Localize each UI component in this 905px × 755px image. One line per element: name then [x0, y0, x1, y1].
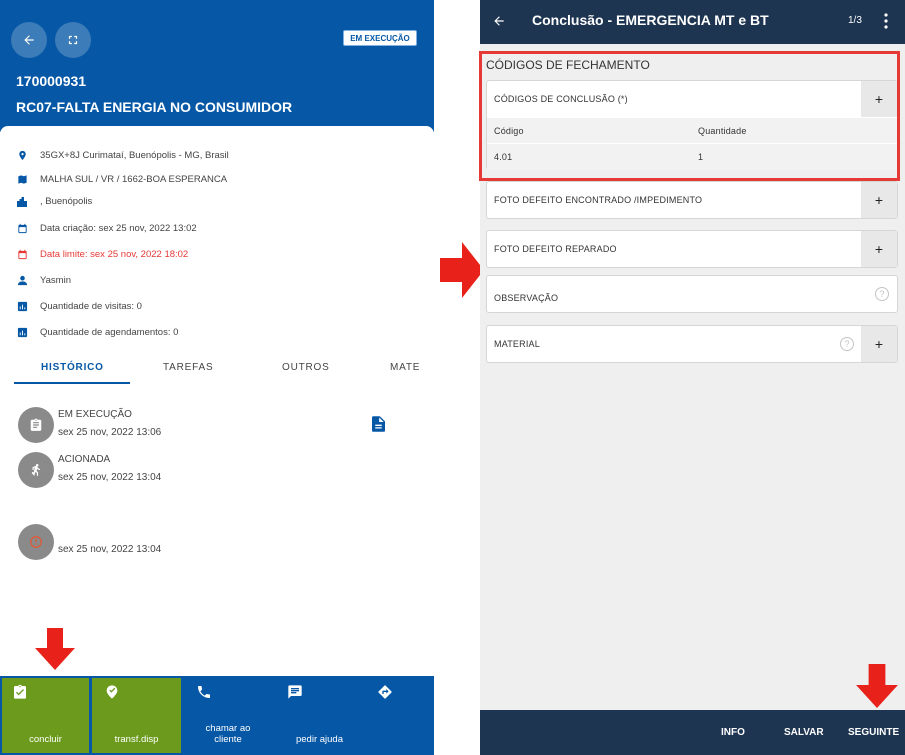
- running-person-icon: [31, 464, 41, 476]
- person-icon: [16, 274, 28, 286]
- calendar-icon: [16, 222, 28, 234]
- info-schedules: Quantidade de agendamentos: 0: [16, 323, 178, 341]
- more-vert-icon[interactable]: [884, 13, 888, 34]
- pedir-ajuda-button[interactable]: pedir ajuda: [275, 678, 364, 753]
- tab-tarefas[interactable]: TAREFAS: [163, 362, 213, 373]
- tab-active-indicator: [14, 382, 130, 384]
- directions-icon: [367, 684, 434, 703]
- history-status-icon: [18, 407, 54, 443]
- arrow-left-icon: [494, 16, 504, 26]
- status-badge: EM EXECUÇÃO: [343, 30, 417, 46]
- info-visits: Quantidade de visitas: 0: [16, 297, 142, 315]
- document-icon[interactable]: [372, 416, 385, 437]
- info-network: MALHA SUL / VR / 1662-BOA ESPERANCA: [16, 170, 227, 188]
- save-button[interactable]: SALVAR: [784, 727, 824, 738]
- map-icon: [16, 173, 28, 185]
- history-item: ACIONADA sex 25 nov, 2022 13:04: [58, 451, 161, 487]
- annotation-arrow-down: [35, 628, 75, 670]
- page-indicator: 1/3: [848, 15, 862, 26]
- info-assignee: Yasmin: [16, 271, 71, 289]
- plus-icon: +: [874, 192, 884, 208]
- chamar-cliente-label-line2: cliente: [214, 734, 242, 745]
- back-button[interactable]: [11, 22, 47, 58]
- order-number: 170000931: [16, 73, 87, 89]
- tab-materiais[interactable]: MATE: [390, 362, 420, 373]
- history-item: sex 25 nov, 2022 13:04: [58, 541, 161, 559]
- photo-found-card[interactable]: FOTO DEFEITO ENCONTRADO /IMPEDIMENTO +: [486, 181, 898, 219]
- observation-card[interactable]: OBSERVAÇÃO ?: [486, 275, 898, 313]
- info-created-date: Data criação: sex 25 nov, 2022 13:02: [16, 219, 197, 237]
- clipboard-icon: [30, 418, 42, 431]
- transfer-icon: [92, 684, 181, 703]
- transf-disp-button[interactable]: transf.disp: [92, 678, 181, 753]
- observation-label: OBSERVAÇÃO: [494, 293, 559, 303]
- pedir-ajuda-label: pedir ajuda: [295, 734, 343, 745]
- info-assignee-text: Yasmin: [40, 274, 71, 286]
- add-material-button[interactable]: +: [861, 326, 897, 362]
- info-city-text: , Buenópolis: [40, 195, 93, 207]
- back-button[interactable]: [492, 14, 506, 33]
- add-photo-repaired-button[interactable]: +: [861, 231, 897, 267]
- arrow-left-icon: [24, 35, 34, 45]
- transf-disp-label: transf.disp: [114, 734, 159, 745]
- alert-circle-icon: [30, 536, 42, 548]
- city-icon: [16, 195, 28, 207]
- chamar-cliente-label-line1: chamar ao: [205, 723, 251, 734]
- history-status: ACIONADA: [58, 454, 111, 465]
- annotation-arrow-down: [855, 664, 899, 713]
- info-deadline-date: Data limite: sex 25 nov, 2022 18:02: [16, 245, 188, 263]
- phone-icon: [184, 684, 272, 703]
- chamar-cliente-label: chamar ao cliente: [184, 723, 272, 745]
- help-icon[interactable]: ?: [840, 337, 854, 351]
- conclusion-title: Conclusão - EMERGENCIA MT e BT: [532, 12, 769, 28]
- photo-repaired-card[interactable]: FOTO DEFEITO REPARADO +: [486, 230, 898, 268]
- photo-repaired-label: FOTO DEFEITO REPARADO: [494, 244, 617, 254]
- chamar-cliente-button[interactable]: chamar ao cliente: [184, 678, 272, 753]
- info-city: , Buenópolis: [16, 192, 92, 210]
- material-label: MATERIAL: [494, 339, 540, 349]
- info-deadline-date-text: Data limite: sex 25 nov, 2022 18:02: [40, 248, 189, 260]
- concluir-label: concluir: [29, 734, 62, 745]
- history-item: EM EXECUÇÃO sex 25 nov, 2022 13:06: [58, 406, 161, 442]
- info-button[interactable]: INFO: [721, 727, 745, 738]
- photo-found-label: FOTO DEFEITO ENCONTRADO /IMPEDIMENTO: [494, 195, 703, 205]
- location-pin-icon: [16, 149, 28, 161]
- bar-chart-icon: [16, 326, 28, 338]
- content-sheet-edge: [0, 126, 434, 136]
- history-date: sex 25 nov, 2022 13:04: [58, 544, 162, 555]
- history-status-icon: [18, 452, 54, 488]
- add-photo-found-button[interactable]: +: [861, 182, 897, 218]
- fullscreen-icon: [68, 35, 78, 45]
- form-footer: [480, 710, 905, 755]
- fullscreen-button[interactable]: [55, 22, 91, 58]
- order-title: RC07-FALTA ENERGIA NO CONSUMIDOR: [16, 99, 293, 115]
- history-status: EM EXECUÇÃO: [58, 409, 132, 420]
- plus-icon: +: [874, 241, 884, 257]
- next-button[interactable]: SEGUINTE: [848, 727, 899, 738]
- help-icon[interactable]: ?: [875, 287, 889, 301]
- info-schedules-text: Quantidade de agendamentos: 0: [40, 326, 179, 338]
- annotation-arrow-right: [440, 242, 484, 303]
- info-visits-text: Quantidade de visitas: 0: [40, 300, 142, 312]
- directions-button[interactable]: [367, 678, 434, 753]
- calendar-icon: [16, 248, 28, 260]
- annotation-highlight-box: [479, 51, 900, 181]
- history-date: sex 25 nov, 2022 13:06: [58, 427, 162, 438]
- bar-chart-icon: [16, 300, 28, 312]
- plus-icon: +: [874, 336, 884, 352]
- chat-icon: [275, 684, 364, 703]
- material-card[interactable]: MATERIAL ? +: [486, 325, 898, 363]
- tab-outros[interactable]: OUTROS: [282, 362, 330, 373]
- history-date: sex 25 nov, 2022 13:04: [58, 472, 162, 483]
- tab-historico[interactable]: HISTÓRICO: [41, 362, 104, 373]
- info-address: 35GX+8J Curimataí, Buenópolis - MG, Bras…: [16, 146, 229, 164]
- info-address-text: 35GX+8J Curimataí, Buenópolis - MG, Bras…: [40, 149, 229, 161]
- clipboard-check-icon: [2, 684, 89, 703]
- info-network-text: MALHA SUL / VR / 1662-BOA ESPERANCA: [40, 173, 228, 185]
- concluir-button[interactable]: concluir: [2, 678, 89, 753]
- info-created-date-text: Data criação: sex 25 nov, 2022 13:02: [40, 222, 197, 234]
- history-status-icon: [18, 524, 54, 560]
